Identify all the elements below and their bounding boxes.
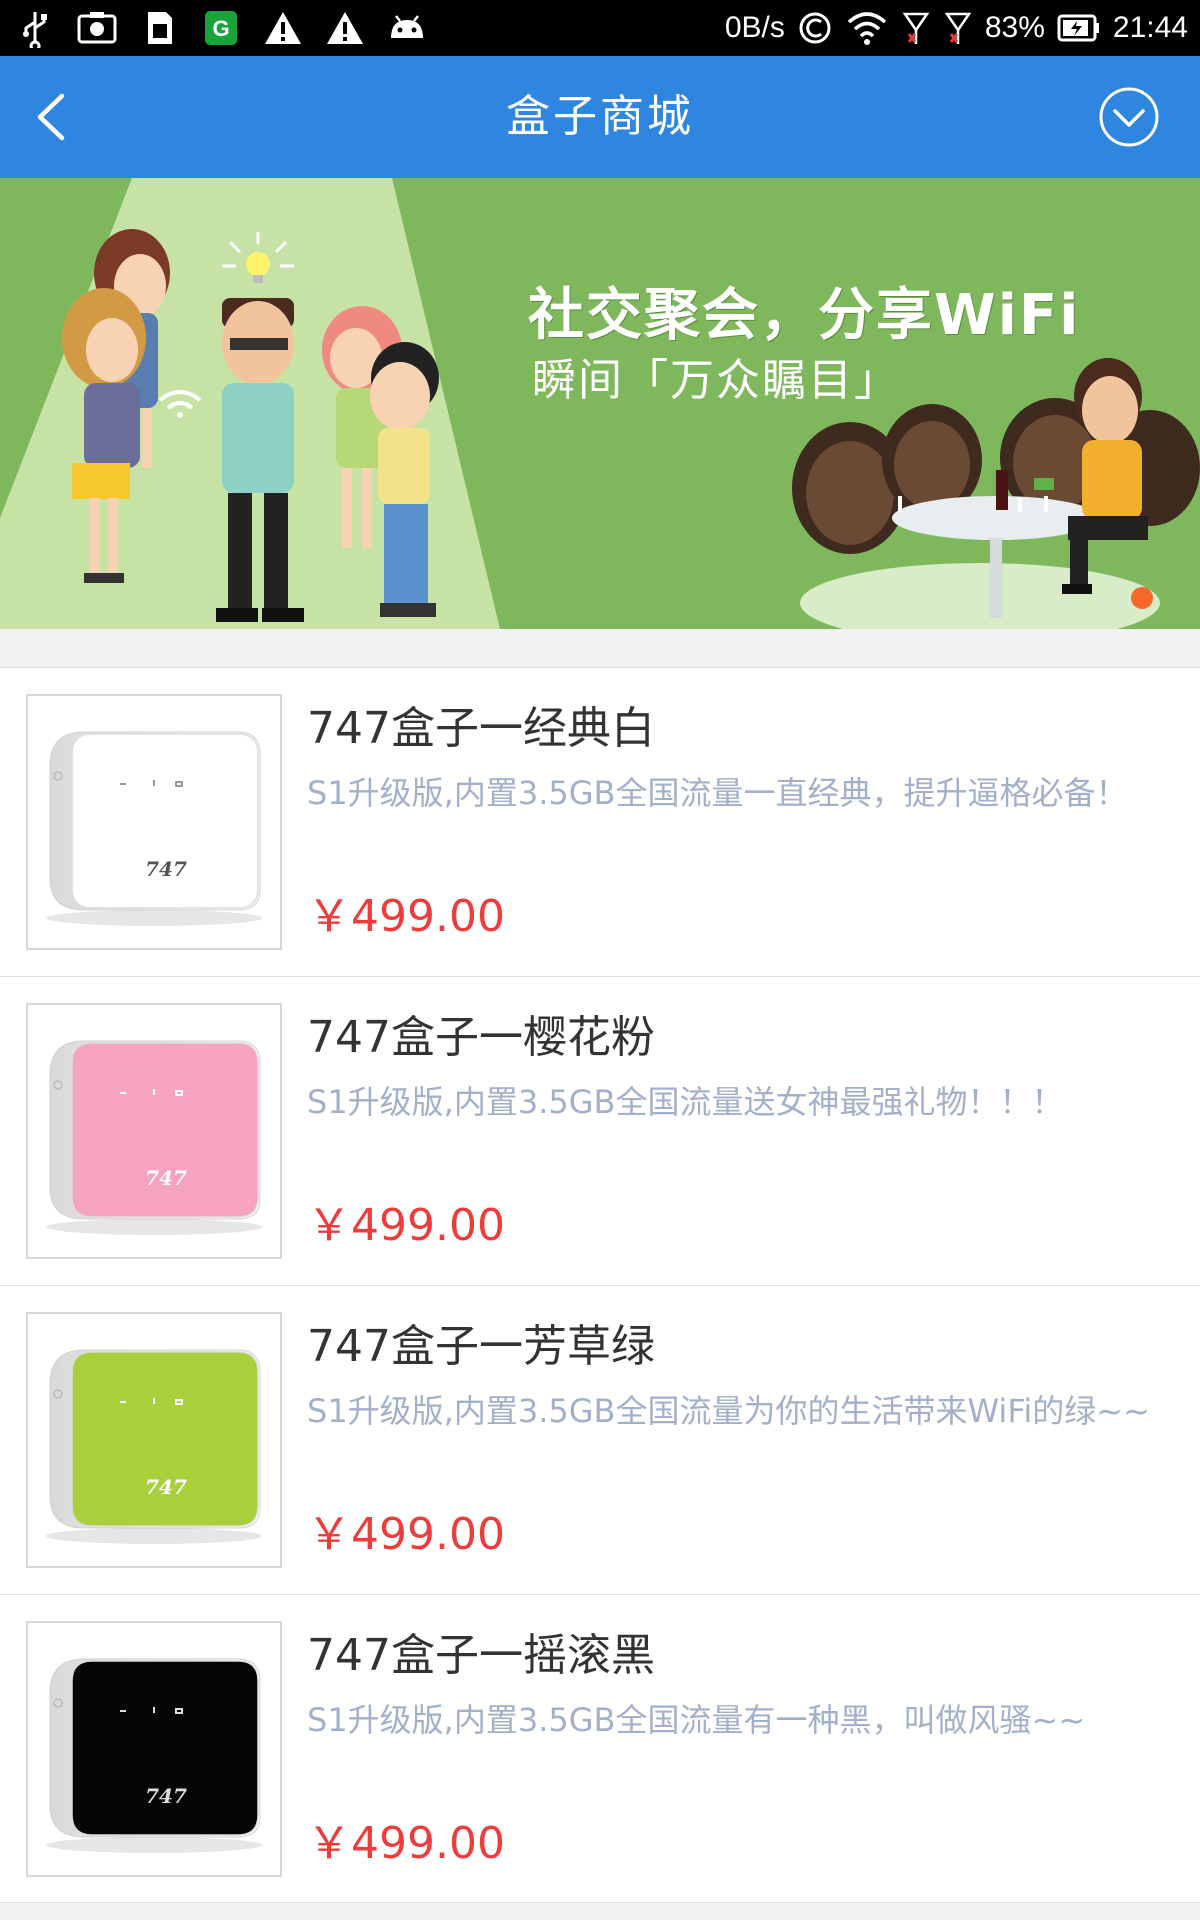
battery-level: 83% <box>984 11 1045 44</box>
svg-text:G: G <box>212 16 229 41</box>
banner-page-indicator <box>1131 587 1153 609</box>
product-price: ￥499.00 <box>307 1509 505 1560</box>
promo-banner[interactable]: 社交聚会，分享WiFi 瞬间「万众瞩目」 <box>0 178 1200 629</box>
app-icon: G <box>200 8 242 48</box>
usb-icon <box>14 8 56 52</box>
warning-icon <box>324 8 366 48</box>
dropdown-menu-button[interactable] <box>1098 86 1160 148</box>
wifi-router-device-image: 747 <box>46 1658 262 1853</box>
signal-icon <box>943 10 973 46</box>
back-button[interactable] <box>22 82 92 152</box>
product-list-item[interactable]: 747 747盒子一经典白 S1升级版,内置3.5GB全国流量一直经典，提升逼格… <box>0 667 1200 976</box>
product-price: ￥499.00 <box>307 1200 505 1251</box>
warning-icon <box>262 8 304 48</box>
c-icon <box>797 10 833 46</box>
sim-icon <box>138 8 180 48</box>
net-speed: 0B/s <box>724 11 785 44</box>
status-bar: G 0B/s 83% 21:44 <box>0 0 1200 56</box>
product-image: 747 <box>26 694 282 950</box>
product-list-item[interactable]: 747 747盒子一芳草绿 S1升级版,内置3.5GB全国流量为你的生活带来Wi… <box>0 1285 1200 1594</box>
product-description: S1升级版,内置3.5GB全国流量有一种黑，叫做风骚~~ <box>307 1701 1086 1739</box>
product-list-item[interactable]: 747 747盒子一樱花粉 S1升级版,内置3.5GB全国流量送女神最强礼物！！… <box>0 976 1200 1285</box>
app-bar: 盒子商城 <box>0 56 1200 178</box>
battery-icon <box>1057 13 1101 43</box>
svg-text:747: 747 <box>145 857 187 881</box>
wifi-router-device-image: 747 <box>46 1040 262 1235</box>
chevron-left-icon <box>37 93 65 141</box>
product-description: S1升级版,内置3.5GB全国流量为你的生活带来WiFi的绿~~ <box>307 1392 1150 1430</box>
wifi-router-device-image: 747 <box>46 731 262 926</box>
wifi-icon <box>845 10 889 46</box>
svg-text:747: 747 <box>145 1784 187 1808</box>
product-name: 747盒子一芳草绿 <box>307 1321 655 1372</box>
svg-text:747: 747 <box>145 1475 187 1499</box>
product-name: 747盒子一经典白 <box>307 703 655 754</box>
product-price: ￥499.00 <box>307 891 505 942</box>
product-image: 747 <box>26 1621 282 1877</box>
product-image: 747 <box>26 1003 282 1259</box>
clock: 21:44 <box>1112 11 1188 44</box>
banner-subline: 瞬间「万众瞩目」 <box>532 355 900 406</box>
product-description: S1升级版,内置3.5GB全国流量送女神最强礼物！！！ <box>307 1083 1064 1121</box>
product-price: ￥499.00 <box>307 1818 505 1869</box>
product-description: S1升级版,内置3.5GB全国流量一直经典，提升逼格必备！ <box>307 774 1128 812</box>
product-name: 747盒子一樱花粉 <box>307 1012 655 1063</box>
svg-text:747: 747 <box>145 1166 187 1190</box>
signal-icon <box>901 10 931 46</box>
banner-headline: 社交聚会，分享WiFi <box>528 283 1081 348</box>
android-icon <box>386 8 428 48</box>
screenshot-icon <box>76 8 118 48</box>
wifi-router-device-image: 747 <box>46 1349 262 1544</box>
product-name: 747盒子一摇滚黑 <box>307 1630 655 1681</box>
product-list-item[interactable]: 747 747盒子一摇滚黑 S1升级版,内置3.5GB全国流量有一种黑，叫做风骚… <box>0 1594 1200 1903</box>
chevron-down-circle-icon <box>1099 87 1159 147</box>
page-title: 盒子商城 <box>506 91 694 142</box>
product-image: 747 <box>26 1312 282 1568</box>
product-list: 747 747盒子一经典白 S1升级版,内置3.5GB全国流量一直经典，提升逼格… <box>0 667 1200 1903</box>
